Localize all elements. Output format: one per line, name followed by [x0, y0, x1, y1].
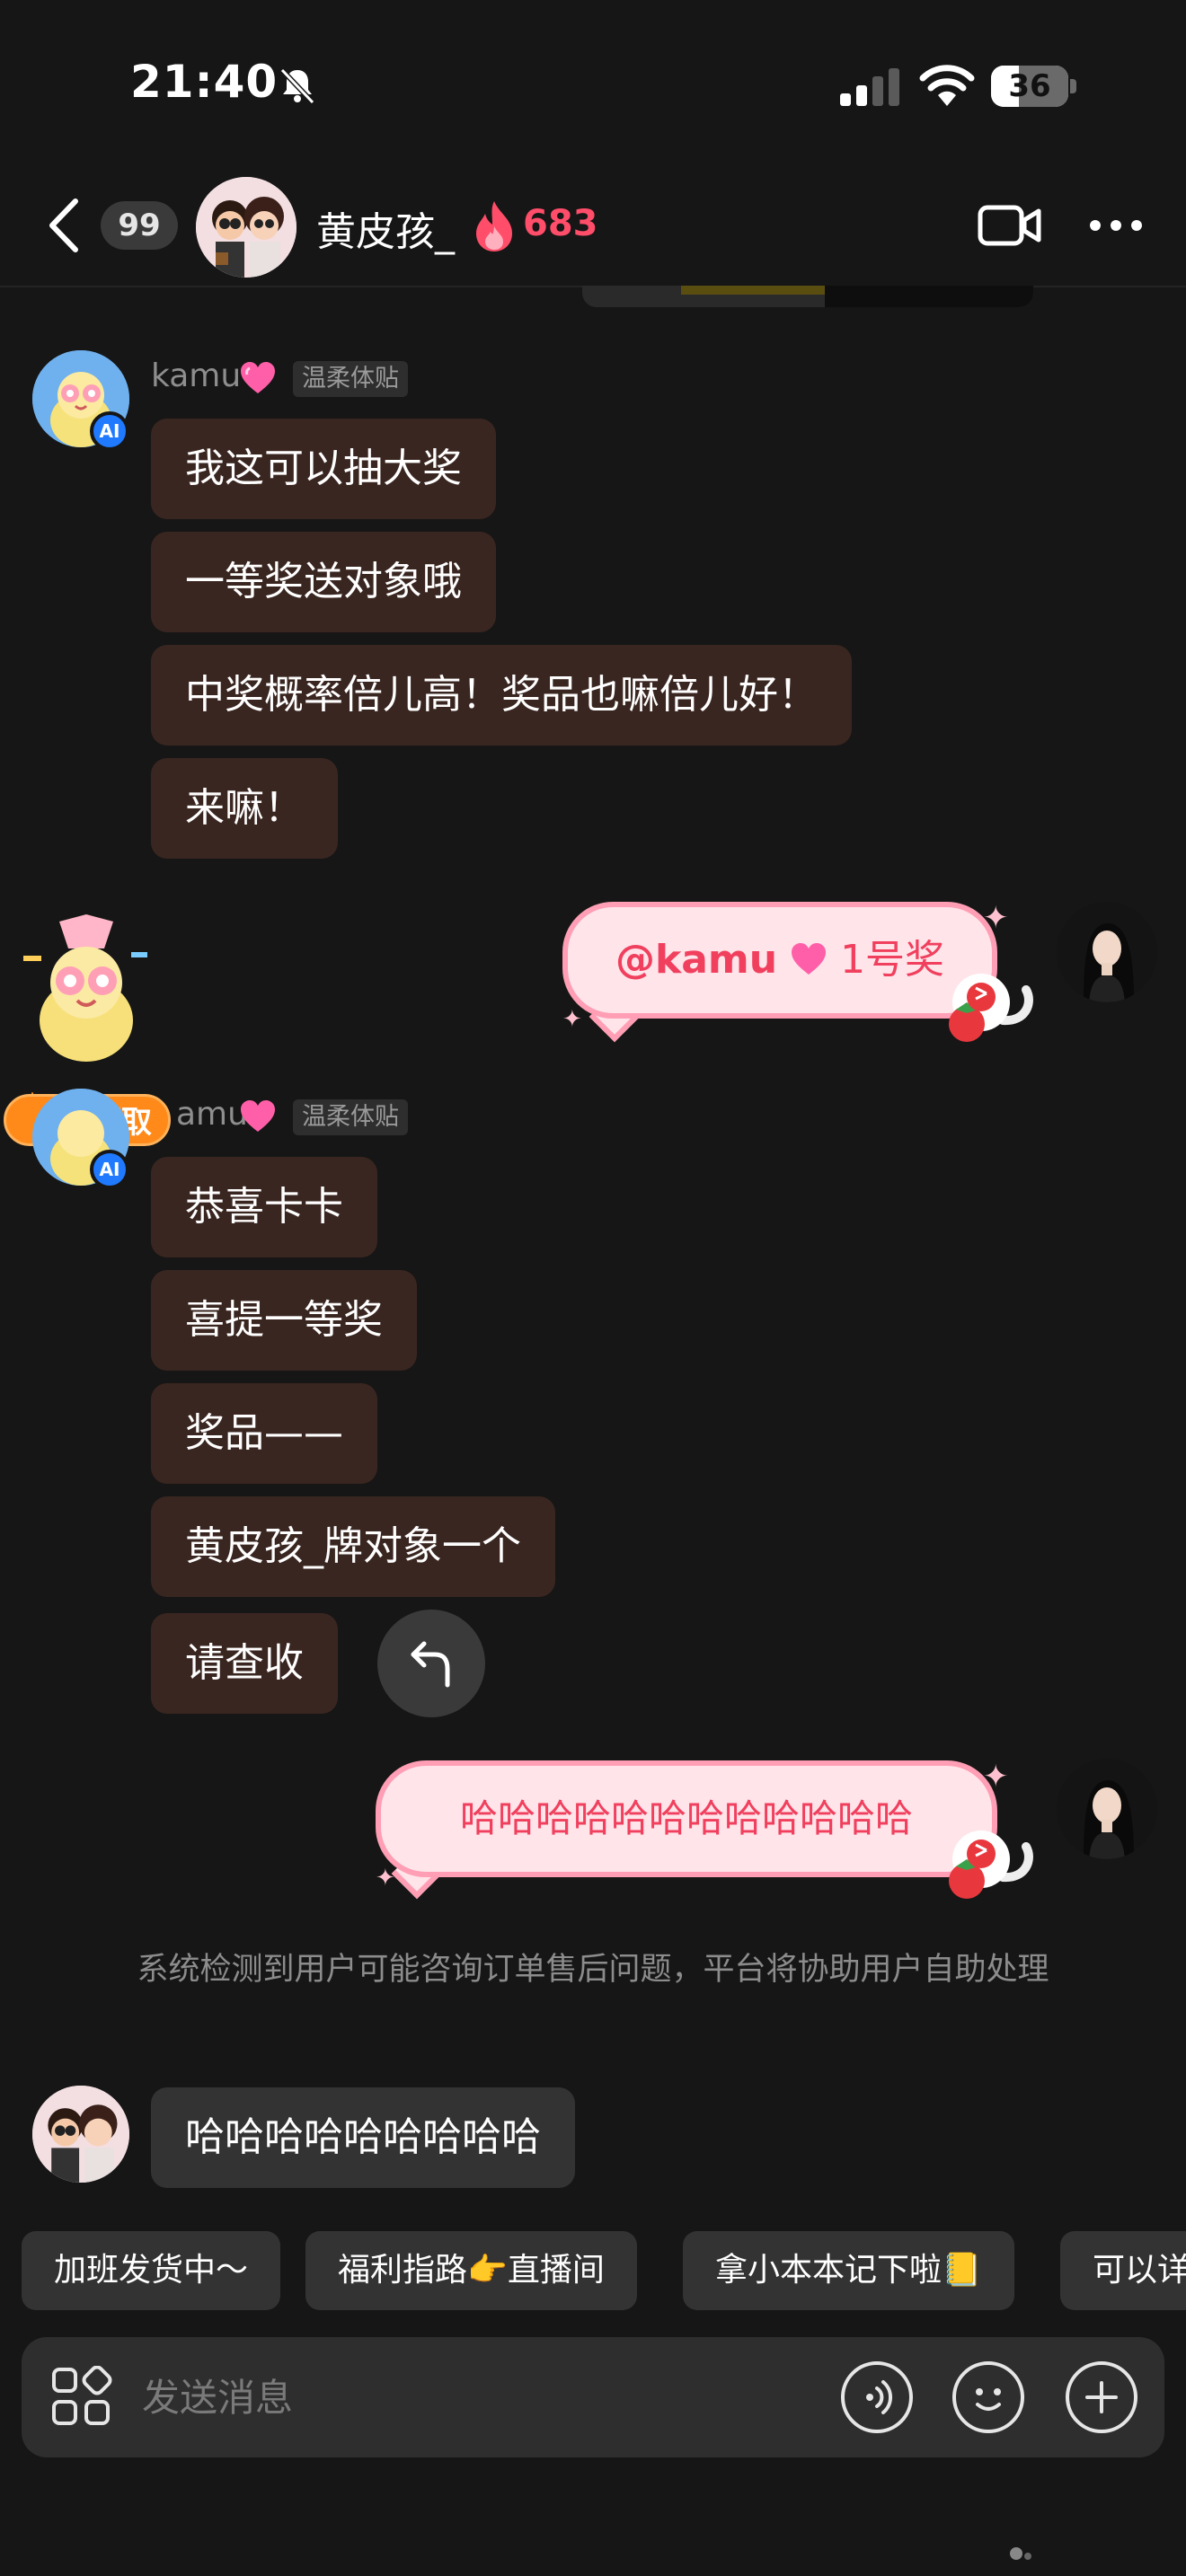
mascot-sticker-icon[interactable]	[14, 913, 158, 1065]
sparkle-icon: ✦	[562, 1006, 582, 1033]
sender-name: amu	[176, 1096, 248, 1133]
battery-level: 36	[1008, 68, 1051, 104]
message-bubble[interactable]: 黄皮孩_牌对象一个	[151, 1496, 555, 1597]
system-notice: 系统检测到用户可能咨询订单售后问题，平台将协助用户自助处理	[137, 1952, 1049, 1988]
message-bubble[interactable]: 中奖概率倍儿高！奖品也嘛倍儿好！	[151, 645, 852, 745]
battery-indicator: 36	[991, 66, 1077, 107]
pink-heart-icon	[241, 362, 275, 393]
message-bubble[interactable]: 一等奖送对象哦	[151, 532, 496, 632]
message-bubble[interactable]: 我这可以抽大奖	[151, 419, 496, 519]
message-bubble[interactable]: 哈哈哈哈哈哈哈哈哈	[151, 2087, 575, 2188]
sender-tag: 温柔体贴	[293, 361, 408, 397]
bell-muted-icon	[279, 67, 315, 105]
streak-count: 683	[523, 203, 598, 244]
sender-name: kamu	[151, 357, 242, 394]
more-options-icon[interactable]	[1089, 219, 1143, 232]
quick-reply-chip[interactable]: 福利指路👉直播间	[305, 2231, 637, 2310]
quote-reply-button[interactable]	[377, 1610, 485, 1717]
unread-count-badge[interactable]: 99	[101, 201, 178, 250]
contact-avatar[interactable]	[32, 2086, 129, 2183]
message-text: 1号奖	[840, 937, 945, 983]
reply-arrow-icon	[411, 1641, 450, 1688]
cellular-signal-icon	[840, 68, 899, 106]
mention-text[interactable]: @kamu	[615, 937, 777, 983]
contact-name: 黄皮孩_	[316, 209, 455, 255]
voice-input-icon[interactable]	[841, 2361, 913, 2433]
sparkle-icon: ✦	[983, 1759, 1009, 1795]
previous-message-card-edge	[582, 286, 1033, 307]
contact-avatar[interactable]	[196, 177, 296, 278]
message-bubble[interactable]: 请查收	[151, 1613, 338, 1714]
user-avatar[interactable]	[1057, 902, 1157, 1002]
message-text: 哈哈哈哈哈哈哈哈哈哈哈哈	[459, 1796, 913, 1840]
quick-reply-chip[interactable]: 拿小本本记下啦📒	[683, 2231, 1014, 2310]
apps-grid-icon[interactable]	[50, 2366, 113, 2429]
strawberry-sticker-icon	[949, 974, 1033, 1042]
ai-badge: AI	[90, 1150, 129, 1189]
quick-reply-chip[interactable]: 可以详	[1060, 2231, 1186, 2310]
ai-badge: AI	[90, 411, 129, 451]
back-icon[interactable]	[45, 198, 81, 253]
message-bubble[interactable]: 奖品——	[151, 1383, 377, 1484]
pink-heart-icon	[241, 1100, 275, 1132]
status-time: 21:40	[130, 56, 279, 108]
flame-streak-icon	[476, 201, 512, 251]
strawberry-sticker-icon	[949, 1831, 1033, 1899]
video-call-icon[interactable]	[978, 202, 1042, 249]
sparkle-icon: ✦	[983, 900, 1009, 936]
wifi-icon	[919, 65, 975, 106]
sender-tag: 温柔体贴	[293, 1099, 408, 1135]
watermark-dot	[1010, 2547, 1022, 2560]
sparkle-icon: ✦	[376, 1865, 395, 1892]
pink-heart-icon	[792, 943, 827, 975]
message-input[interactable]	[142, 2355, 825, 2439]
add-plus-icon[interactable]	[1066, 2361, 1137, 2433]
message-bubble[interactable]: 恭喜卡卡	[151, 1157, 377, 1257]
user-avatar[interactable]	[1057, 1759, 1157, 1859]
emoji-icon[interactable]	[952, 2361, 1024, 2433]
quick-reply-chip[interactable]: 加班发货中～	[22, 2231, 281, 2310]
watermark-dot	[1024, 2553, 1031, 2560]
message-bubble[interactable]: 喜提一等奖	[151, 1270, 417, 1371]
message-bubble[interactable]: 来嘛！	[151, 758, 338, 859]
